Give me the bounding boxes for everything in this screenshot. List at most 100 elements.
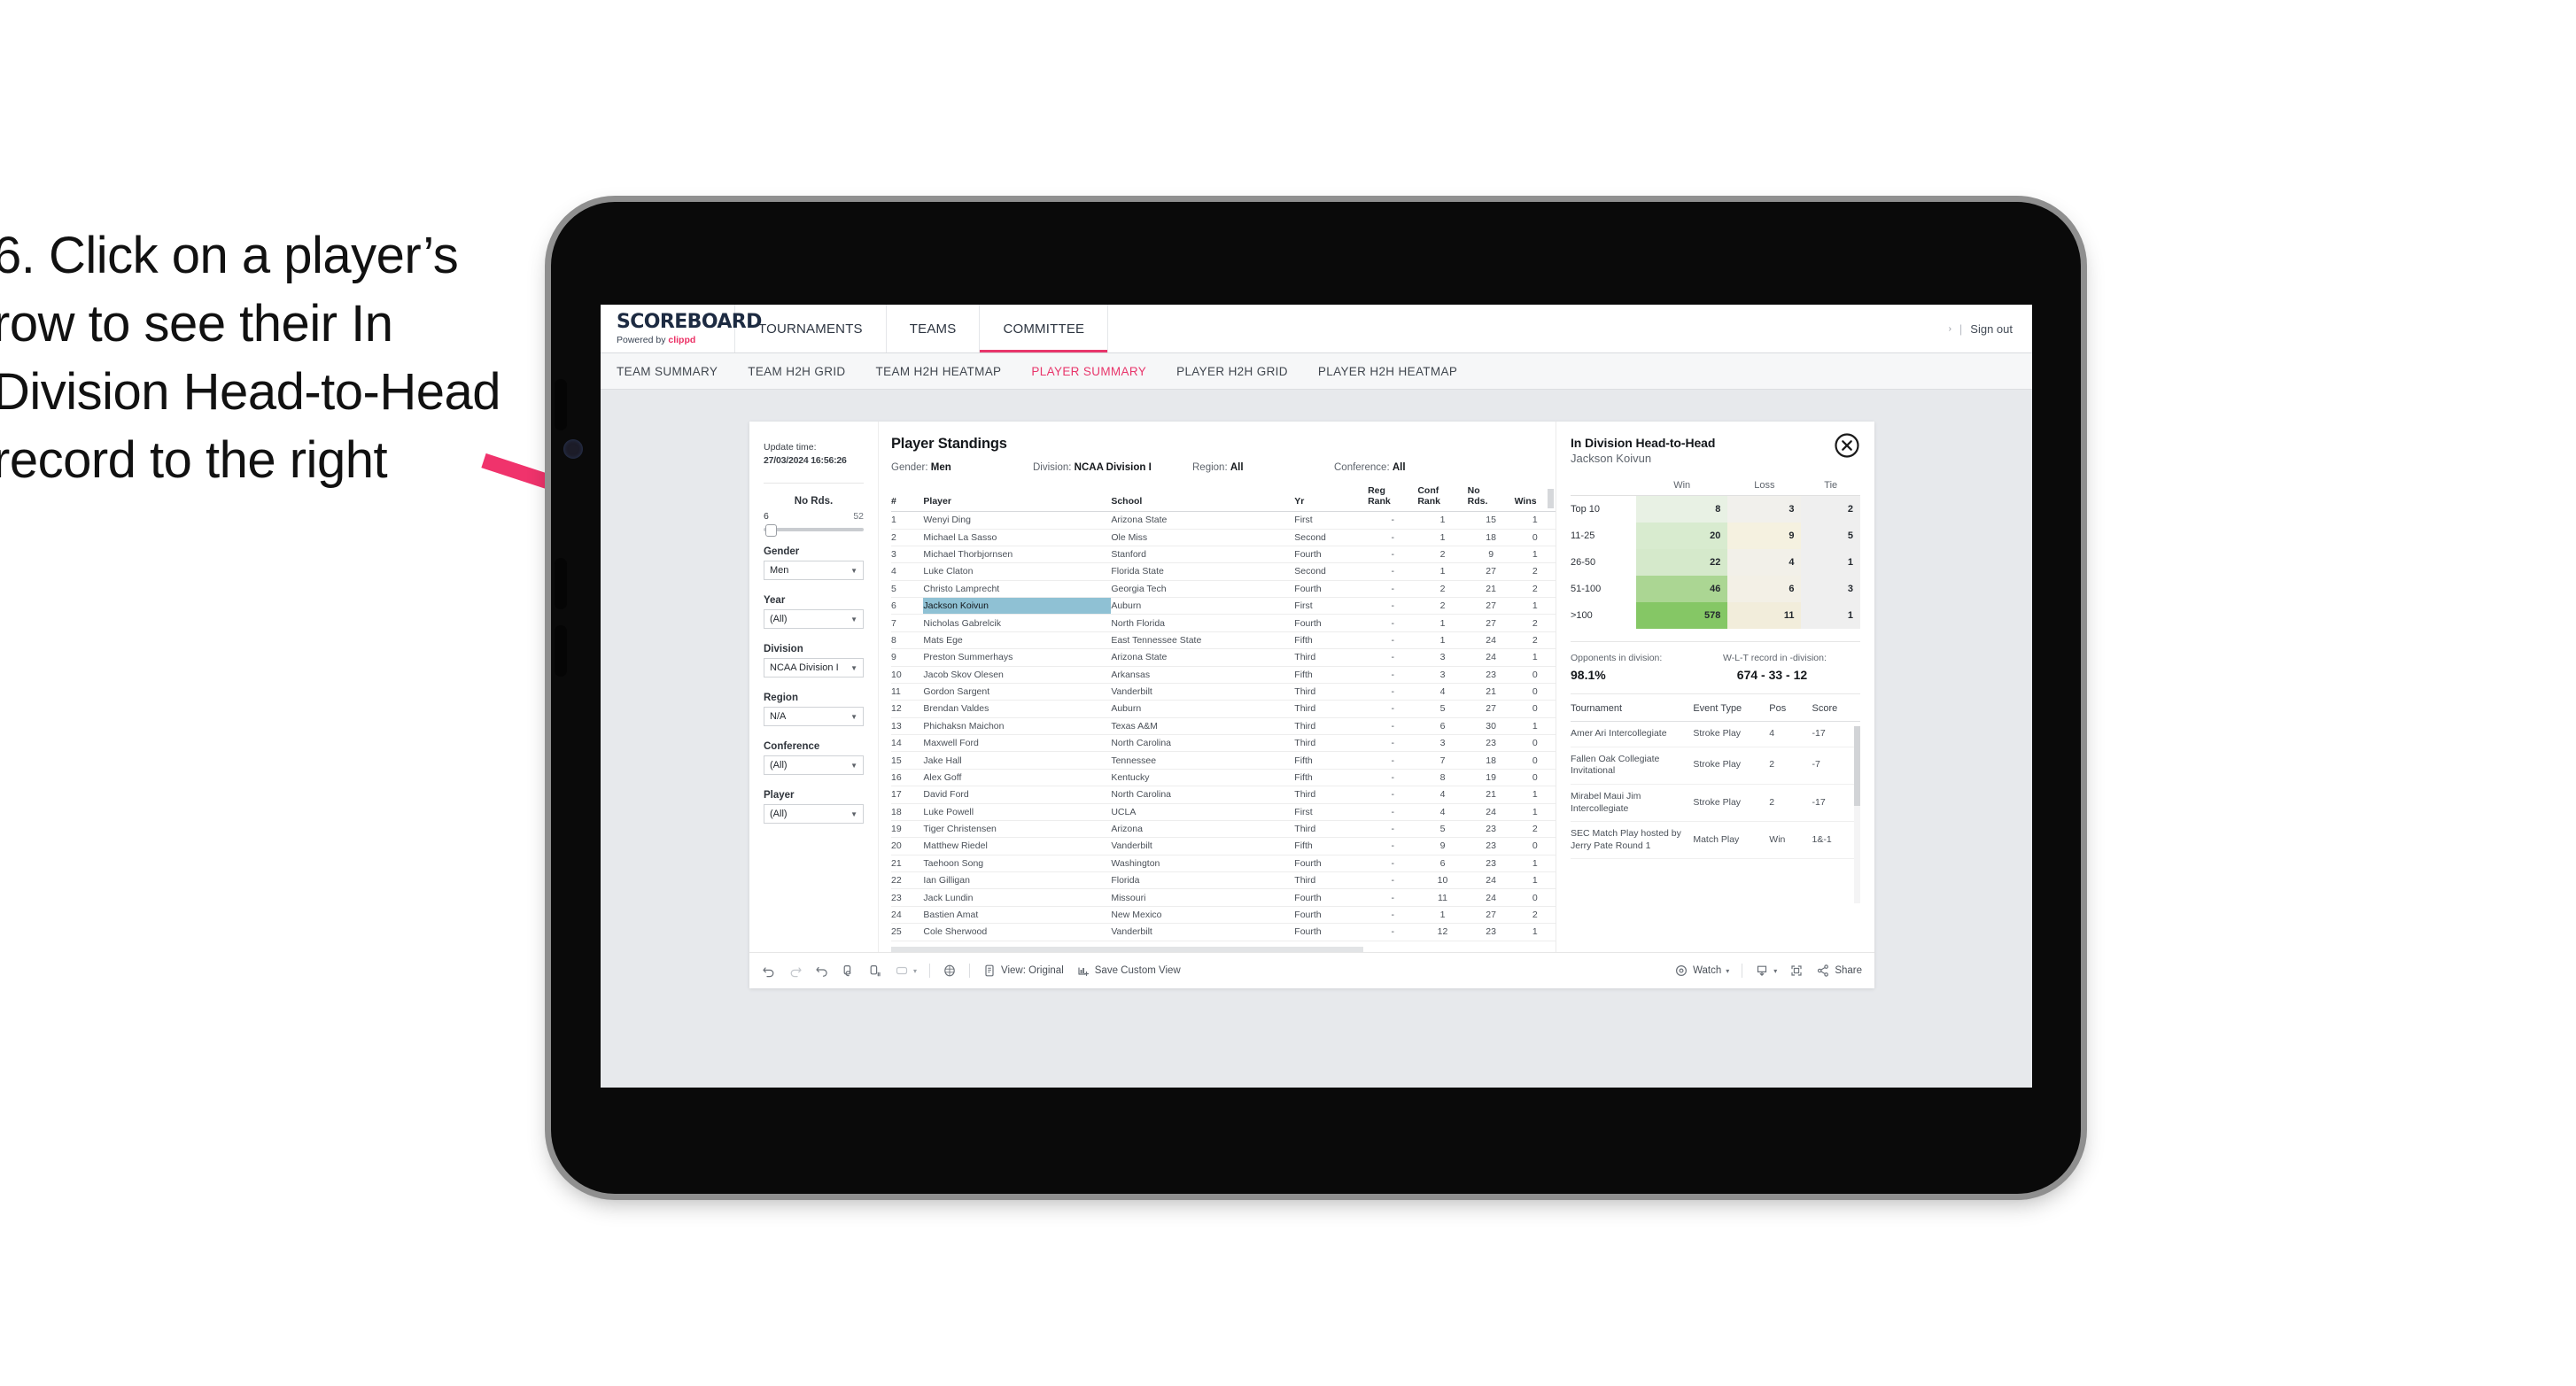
subtab-player-summary[interactable]: PLAYER SUMMARY — [1031, 365, 1146, 378]
cell-no-rds: 23 — [1467, 666, 1515, 684]
table-row[interactable]: 22 Ian Gilligan Florida Third -10 24 1 — [891, 871, 1556, 890]
cell-wins: 0 — [1514, 529, 1556, 546]
redo-icon[interactable] — [788, 964, 803, 978]
table-row[interactable]: 9 Preston Summerhays Arizona State Third -3 2… — [891, 648, 1556, 667]
pause-updates-icon[interactable] — [868, 964, 882, 978]
col-no-rds[interactable]: No Rds. — [1467, 485, 1515, 513]
tournament-row[interactable]: Mirabel Maui Jim Intercollegiate Stroke P… — [1571, 784, 1860, 823]
save-custom-view-button[interactable]: Save Custom View — [1076, 964, 1181, 978]
fullscreen-icon[interactable] — [1789, 964, 1804, 978]
cell-player: Ian Gilligan — [923, 871, 1112, 890]
subtab-team-h2h-heatmap[interactable]: TEAM H2H HEATMAP — [876, 365, 1002, 378]
table-row[interactable]: 16 Alex Goff Kentucky Fifth -8 19 0 — [891, 769, 1556, 787]
tournament-row[interactable]: Amer Ari Intercollegiate Stroke Play 4 -17 — [1571, 721, 1860, 747]
no-rounds-slider[interactable] — [764, 524, 864, 538]
table-row[interactable]: 1 Wenyi Ding Arizona State First -1 15 1 — [891, 511, 1556, 530]
col-player[interactable]: Player — [923, 485, 1112, 513]
nav-tab-teams[interactable]: TEAMS — [887, 305, 981, 352]
subtab-player-h2h-grid[interactable]: PLAYER H2H GRID — [1176, 365, 1288, 378]
table-row[interactable]: 15 Jake Hall Tennessee Fifth -7 18 0 — [891, 751, 1556, 770]
col-year[interactable]: Yr — [1294, 485, 1369, 513]
download-caret: ▾ — [1773, 966, 1778, 975]
table-vertical-scrollbar[interactable] — [1548, 489, 1554, 508]
table-row[interactable]: 4 Luke Claton Florida State Second -1 27 2 — [891, 562, 1556, 581]
table-row[interactable]: 7 Nicholas Gabrelcik North Florida Fourth -1… — [891, 614, 1556, 632]
download-button[interactable]: ▾ — [1755, 964, 1777, 978]
table-row[interactable]: 14 Maxwell Ford North Carolina Third -3 23 0 — [891, 734, 1556, 753]
cell-conf-rank: 11 — [1417, 888, 1468, 907]
cell-no-rds: 19 — [1467, 769, 1515, 787]
table-row[interactable]: 20 Matthew Riedel Vanderbilt Fifth -9 23 0 — [891, 837, 1556, 856]
table-row[interactable]: 6 Jackson Koivun Auburn First -2 27 1 — [891, 597, 1556, 616]
cell-wins: 1 — [1514, 923, 1556, 941]
table-row[interactable]: 18 Luke Powell UCLA First -4 24 1 — [891, 803, 1556, 821]
table-row[interactable]: 3 Michael Thorbjornsen Stanford Fourth -2 9 1 — [891, 546, 1556, 564]
close-circle-icon[interactable] — [1834, 432, 1860, 459]
table-row[interactable]: 5 Christo Lamprecht Georgia Tech Fourth -2 21… — [891, 580, 1556, 599]
table-row[interactable]: 11 Gordon Sargent Vanderbilt Third -4 21 0 — [891, 683, 1556, 701]
cell-school: Kentucky — [1111, 769, 1295, 787]
filter-division-select[interactable]: NCAA Division I ▼ — [764, 658, 864, 678]
tournament-row[interactable]: Fallen Oak Collegiate Invitational Stroke… — [1571, 747, 1860, 785]
col-school[interactable]: School — [1111, 485, 1295, 513]
volume-down-button[interactable] — [555, 558, 567, 609]
share-label: Share — [1835, 965, 1862, 976]
slider-handle[interactable] — [765, 524, 777, 538]
share-button[interactable]: Share — [1816, 964, 1862, 978]
filter-conference-select[interactable]: (All) ▼ — [764, 755, 864, 776]
table-row[interactable]: 10 Jacob Skov Olesen Arkansas Fifth -3 23 0 — [891, 666, 1556, 684]
app-logo[interactable]: SCOREBOARD Powered by clippd — [601, 305, 762, 352]
cell-no-rds: 24 — [1467, 888, 1515, 907]
cell-rank: 24 — [891, 906, 924, 925]
cell-conf-rank: 4 — [1417, 683, 1468, 701]
table-row[interactable]: 19 Tiger Christensen Arizona Third -5 23 2 — [891, 820, 1556, 839]
table-row[interactable]: 8 Mats Ege East Tennessee State Fifth -1 24 2 — [891, 631, 1556, 650]
device-layout-button[interactable]: ▾ — [895, 964, 917, 978]
table-row[interactable]: 13 Phichaksn Maichon Texas A&M Third -6 30 1 — [891, 717, 1556, 736]
sign-out-link[interactable]: Sign out — [1970, 322, 2013, 336]
refresh-data-icon[interactable] — [842, 964, 856, 978]
cell-player: Preston Summerhays — [923, 648, 1112, 667]
cell-rank: 20 — [891, 837, 924, 856]
cell-conf-rank: 1 — [1417, 906, 1468, 925]
cell-school: Washington — [1111, 855, 1295, 873]
volume-up-button[interactable] — [555, 379, 567, 430]
filter-year-select[interactable]: (All) ▼ — [764, 609, 864, 630]
subtab-team-h2h-grid[interactable]: TEAM H2H GRID — [748, 365, 845, 378]
filter-gender-select[interactable]: Men ▼ — [764, 561, 864, 581]
cell-rank: 7 — [891, 614, 924, 632]
table-row[interactable]: 23 Jack Lundin Missouri Fourth -11 24 0 — [891, 888, 1556, 907]
table-row[interactable]: 24 Bastien Amat New Mexico Fourth -1 27 2 — [891, 906, 1556, 925]
table-row[interactable]: 17 David Ford North Carolina Third -4 21 1 — [891, 786, 1556, 804]
col-conf-rank[interactable]: Conf Rank — [1417, 485, 1468, 513]
filter-region-select[interactable]: N/A ▼ — [764, 707, 864, 727]
col-rank[interactable]: # — [891, 485, 924, 513]
undo-icon[interactable] — [762, 964, 776, 978]
filter-player-select[interactable]: (All) ▼ — [764, 804, 864, 825]
table-row[interactable]: 21 Taehoon Song Washington Fourth -6 23 1 — [891, 855, 1556, 873]
col-reg-rank[interactable]: Reg Rank — [1368, 485, 1418, 513]
cell-reg-rank: - — [1368, 580, 1418, 599]
help-icon[interactable] — [943, 964, 957, 978]
h2h-tie-cell: 2 — [1801, 495, 1860, 523]
watch-button[interactable]: Watch ▾ — [1674, 964, 1729, 978]
cell-conf-rank: 4 — [1417, 786, 1468, 804]
cell-rank: 10 — [891, 666, 924, 684]
cell-year: Fifth — [1294, 751, 1369, 770]
nav-tab-tournaments[interactable]: TOURNAMENTS — [735, 305, 887, 352]
tournaments-scrollbar[interactable] — [1854, 726, 1860, 806]
subtab-team-summary[interactable]: TEAM SUMMARY — [617, 365, 718, 378]
table-row[interactable]: 25 Cole Sherwood Vanderbilt Fourth -12 23 1 — [891, 923, 1556, 941]
tournament-row[interactable]: SEC Match Play hosted by Jerry Pate Roun… — [1571, 821, 1860, 860]
cell-reg-rank: - — [1368, 855, 1418, 873]
subtab-player-h2h-heatmap[interactable]: PLAYER H2H HEATMAP — [1318, 365, 1457, 378]
table-row[interactable]: 2 Michael La Sasso Ole Miss Second -1 18 0 — [891, 529, 1556, 546]
view-original-button[interactable]: View: Original — [982, 964, 1064, 978]
revert-icon[interactable] — [815, 964, 829, 978]
cell-score: -17 — [1812, 784, 1860, 823]
power-button[interactable] — [555, 625, 567, 677]
wlt-record: W-L-T record in -division: 674 - 33 - 12 — [1703, 653, 1860, 682]
table-row[interactable]: 12 Brendan Valdes Auburn Third -5 27 0 — [891, 700, 1556, 718]
h2h-header-row: Win Loss Tie — [1571, 479, 1860, 496]
nav-tab-committee[interactable]: COMMITTEE — [980, 305, 1109, 352]
